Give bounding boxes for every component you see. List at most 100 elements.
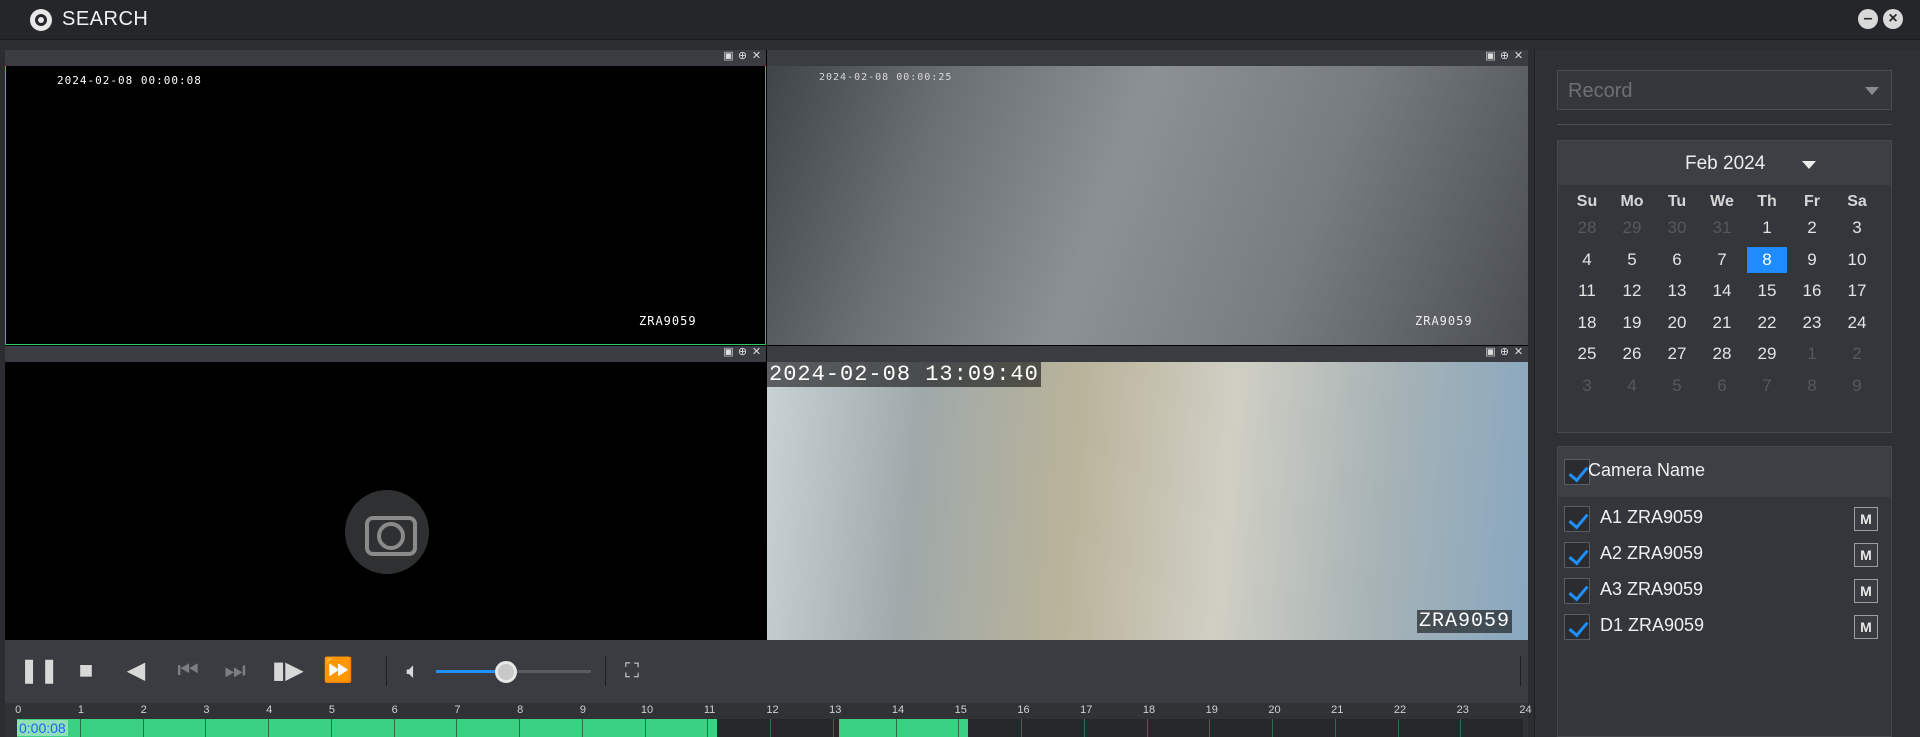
calendar-day[interactable]: 3 <box>1837 215 1877 241</box>
calendar-day[interactable]: 24 <box>1837 310 1877 336</box>
pause-icon[interactable]: ❚❚ <box>19 653 59 689</box>
calendar-day[interactable]: 18 <box>1567 310 1607 336</box>
snapshot-icon[interactable]: ▣ <box>1485 347 1496 358</box>
next-frame-icon[interactable]: ⏭ <box>220 653 250 689</box>
hour-grid-line <box>519 719 520 737</box>
calendar-day: 2 <box>1852 344 1862 363</box>
video-screen[interactable]: 2024-02-08 13:09:40 ZRA9059 <box>767 362 1528 640</box>
camera-checkbox[interactable] <box>1564 614 1590 640</box>
camera-row[interactable]: A1 ZRA9059 M <box>1558 501 1891 537</box>
calendar-day[interactable]: 29 <box>1747 341 1787 367</box>
calendar-day[interactable]: 26 <box>1612 341 1652 367</box>
recording-segment[interactable] <box>17 719 717 737</box>
calendar-day[interactable]: 25 <box>1567 341 1607 367</box>
camera-mode-button[interactable]: M <box>1854 615 1878 639</box>
calendar-day[interactable]: 16 <box>1792 278 1832 304</box>
calendar-day[interactable]: 14 <box>1702 278 1742 304</box>
zoom-icon[interactable]: ⊕ <box>737 347 748 358</box>
calendar-day[interactable]: 12 <box>1612 278 1652 304</box>
calendar-day[interactable]: 13 <box>1657 278 1697 304</box>
close-pane-icon[interactable]: ✕ <box>1513 347 1524 358</box>
calendar-day[interactable]: 27 <box>1657 341 1697 367</box>
slow-play-icon[interactable]: ▮▶ <box>272 653 304 689</box>
calendar-day[interactable]: 8 <box>1747 246 1787 273</box>
video-pane-3[interactable]: ▣ ⊕ ✕ <box>5 346 766 640</box>
video-pane-4[interactable]: ▣ ⊕ ✕ 2024-02-08 13:09:40 ZRA9059 <box>767 346 1528 640</box>
timeline[interactable]: 0 1 2 3 4 5 6 7 8 9 10 11 12 13 14 15 16 17 18 19 20 21 22 23 24… <box>5 703 1532 737</box>
video-screen[interactable]: 2024-02-08 00:00:25 ZRA9059 <box>767 66 1528 345</box>
hour-tick-label: 20 <box>1268 704 1281 716</box>
snapshot-icon[interactable]: ▣ <box>1485 51 1496 62</box>
video-pane-2[interactable]: ▣ ⊕ ✕ 2024-02-08 00:00:25 ZRA9059 <box>767 50 1528 345</box>
hour-grid-line <box>832 719 834 737</box>
recording-segment[interactable] <box>839 719 968 737</box>
camera-checkbox[interactable] <box>1564 506 1590 532</box>
camera-mode-button[interactable]: M <box>1854 579 1878 603</box>
hour-tick-label: 8 <box>517 704 524 716</box>
fast-forward-icon[interactable]: ⏩ <box>320 653 356 689</box>
camera-name: D1 ZRA9059 <box>1600 615 1705 635</box>
camera-mode-button[interactable]: M <box>1854 507 1878 531</box>
snapshot-icon[interactable]: ▣ <box>723 51 734 62</box>
camera-name: A2 ZRA9059 <box>1600 543 1704 563</box>
volume-knob[interactable] <box>494 661 517 683</box>
calendar-day[interactable]: 1 <box>1747 215 1787 241</box>
hour-grid-line <box>1272 719 1273 737</box>
hour-grid-line <box>205 719 207 737</box>
hour-tick-label: 13 <box>829 704 842 716</box>
calendar-header[interactable]: Feb 2024 <box>1558 141 1891 185</box>
calendar-day[interactable]: 17 <box>1837 278 1877 304</box>
hour-tick-label: 16 <box>1017 704 1030 716</box>
calendar-day[interactable]: 23 <box>1792 310 1832 336</box>
video-grid: ▣ ⊕ ✕ 2024-02-08 00:00:08 ZRA9059 ▣ ⊕ ✕ 2024… <box>5 50 1528 640</box>
previous-frame-icon[interactable]: ⏮ <box>173 653 203 689</box>
calendar-day[interactable]: 28 <box>1702 341 1742 367</box>
calendar-day[interactable]: 6 <box>1657 247 1697 273</box>
video-screen[interactable]: 2024-02-08 00:00:08 ZRA9059 <box>5 66 766 345</box>
volume-icon[interactable]: 🔈︎ <box>398 653 428 689</box>
close-pane-icon[interactable]: ✕ <box>751 51 762 62</box>
calendar-day[interactable]: 10 <box>1837 247 1877 273</box>
calendar-day[interactable]: 21 <box>1702 310 1742 336</box>
calendar-day: 8 <box>1807 375 1817 395</box>
camera-checkbox[interactable] <box>1564 578 1590 604</box>
play-backward-icon[interactable]: ◀ <box>123 653 149 689</box>
camera-row[interactable]: D1 ZRA9059 M <box>1558 609 1891 645</box>
chevron-down-icon[interactable] <box>1802 161 1816 169</box>
volume-slider[interactable] <box>436 661 591 683</box>
camera-checkbox[interactable] <box>1564 542 1590 568</box>
zoom-icon[interactable]: ⊕ <box>1499 347 1510 358</box>
calendar-day[interactable]: 4 <box>1567 247 1607 273</box>
calendar-day[interactable]: 5 <box>1612 247 1652 273</box>
zoom-icon[interactable]: ⊕ <box>1499 51 1510 62</box>
camera-row[interactable]: A3 ZRA9059 M <box>1558 573 1891 609</box>
stop-icon[interactable]: ■ <box>73 653 99 689</box>
minimize-button[interactable]: – <box>1858 9 1878 29</box>
camera-row[interactable]: A2 ZRA9059 M <box>1558 537 1891 573</box>
select-all-checkbox[interactable] <box>1564 459 1590 485</box>
close-pane-icon[interactable]: ✕ <box>1513 51 1524 62</box>
calendar-day[interactable]: 22 <box>1747 310 1787 336</box>
hour-tick-label: 19 <box>1205 704 1218 716</box>
calendar-day[interactable]: 15 <box>1747 278 1787 304</box>
close-button[interactable]: × <box>1883 9 1903 29</box>
calendar-day[interactable]: 11 <box>1567 278 1607 304</box>
calendar-day[interactable]: 20 <box>1657 310 1697 336</box>
hour-grid-line <box>330 719 332 737</box>
calendar-day[interactable]: 9 <box>1792 247 1832 273</box>
snapshot-icon[interactable]: ▣ <box>723 347 734 358</box>
fullscreen-icon[interactable]: ⛶ <box>617 653 647 689</box>
calendar-day[interactable]: 19 <box>1612 310 1652 336</box>
calendar-month[interactable]: Feb 2024 <box>1685 153 1765 175</box>
calendar-day[interactable]: 2 <box>1792 215 1832 241</box>
calendar-day[interactable]: 7 <box>1702 247 1742 273</box>
weekday-label: Fr <box>1804 193 1820 210</box>
zoom-icon[interactable]: ⊕ <box>737 51 748 62</box>
video-screen[interactable] <box>5 362 766 640</box>
osd-timestamp: 2024-02-08 00:00:25 <box>819 72 953 83</box>
video-pane-1[interactable]: ▣ ⊕ ✕ 2024-02-08 00:00:08 ZRA9059 <box>5 50 766 345</box>
close-pane-icon[interactable]: ✕ <box>751 347 762 358</box>
no-video-camera-icon <box>345 490 429 574</box>
camera-mode-button[interactable]: M <box>1854 543 1878 567</box>
record-type-select[interactable]: Record <box>1557 70 1892 110</box>
